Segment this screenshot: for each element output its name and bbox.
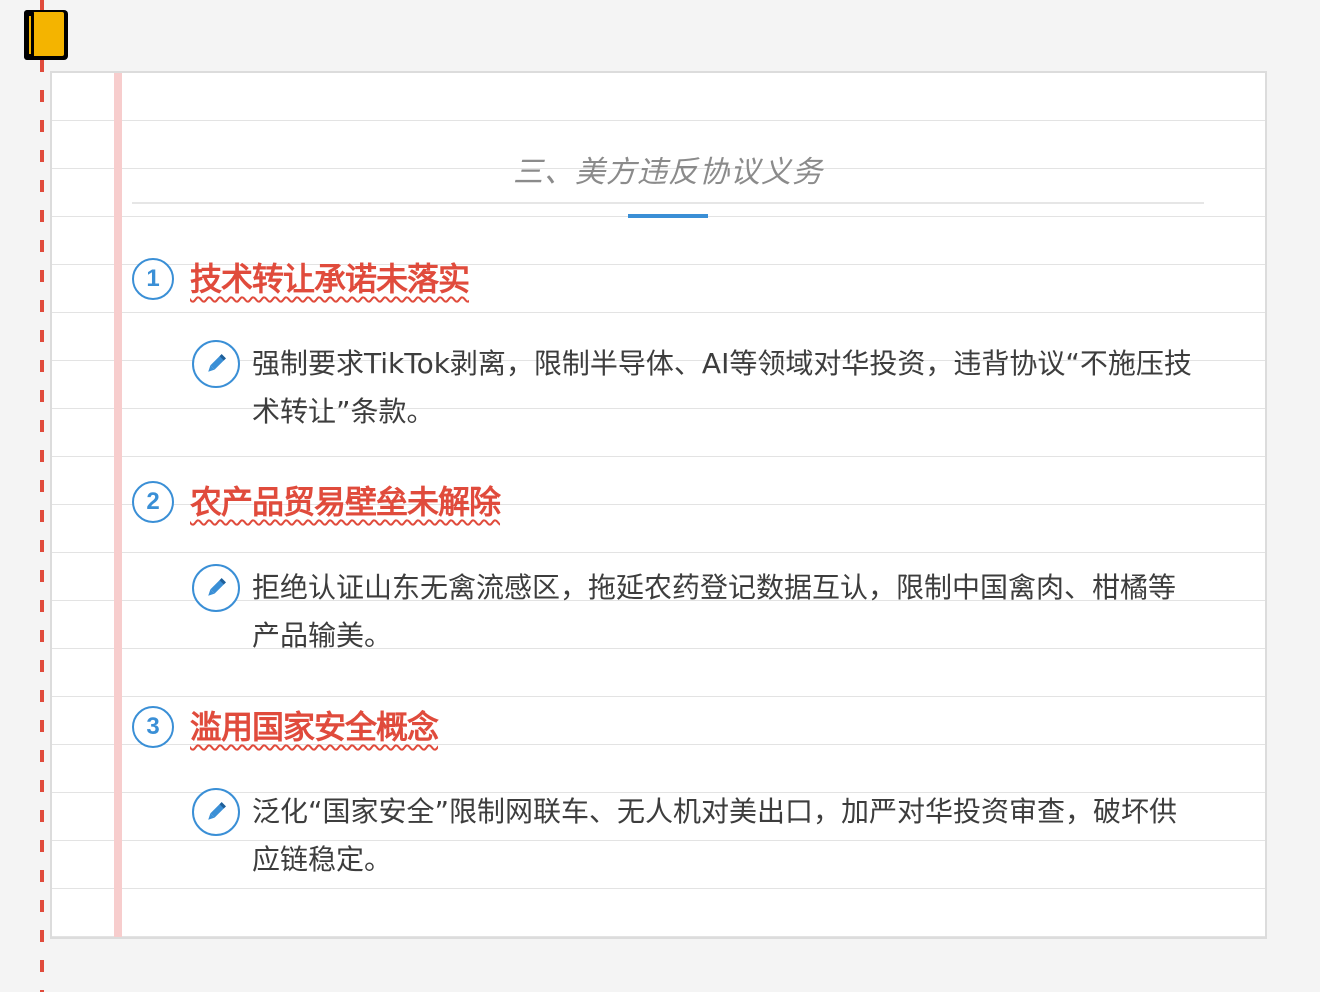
point-title: 技术转让承诺未落实: [190, 260, 470, 298]
point-heading-2: 2 农产品贸易壁垒未解除: [132, 478, 501, 526]
notebook-icon: [20, 6, 72, 64]
number-badge: 3: [132, 706, 174, 748]
point-title: 滥用国家安全概念: [190, 708, 439, 746]
point-body-3: 泛化“国家安全”限制网联车、无人机对美出口，加严对华投资审查，破坏供应链稳定。: [192, 788, 1202, 884]
point-text: 强制要求TikTok剥离，限制半导体、AI等领域对华投资，违背协议“不施压技术转…: [252, 347, 1192, 428]
number-badge: 2: [132, 481, 174, 523]
section-title: 三、美方违反协议义务: [513, 155, 823, 190]
pencil-icon: [192, 788, 240, 836]
number-badge: 1: [132, 258, 174, 300]
point-text: 泛化“国家安全”限制网联车、无人机对美出口，加严对华投资审查，破坏供应链稳定。: [252, 795, 1178, 876]
title-accent-bar: [628, 214, 708, 218]
notebook-paper: 三、美方违反协议义务 1 技术转让承诺未落实 强制要求TikTok剥离，限制半导…: [50, 71, 1267, 939]
point-body-1: 强制要求TikTok剥离，限制半导体、AI等领域对华投资，违背协议“不施压技术转…: [192, 340, 1202, 436]
point-heading-3: 3 滥用国家安全概念: [132, 703, 439, 751]
point-body-2: 拒绝认证山东无禽流感区，拖延农药登记数据互认，限制中国禽肉、柑橘等产品输美。: [192, 564, 1202, 660]
title-divider: [132, 202, 1204, 204]
paper-margin-line: [114, 73, 122, 937]
point-title: 农产品贸易壁垒未解除: [190, 483, 501, 521]
dashed-margin-line: [40, 0, 44, 992]
pencil-icon: [192, 340, 240, 388]
point-text: 拒绝认证山东无禽流感区，拖延农药登记数据互认，限制中国禽肉、柑橘等产品输美。: [252, 571, 1177, 652]
point-heading-1: 1 技术转让承诺未落实: [132, 255, 470, 303]
pencil-icon: [192, 564, 240, 612]
